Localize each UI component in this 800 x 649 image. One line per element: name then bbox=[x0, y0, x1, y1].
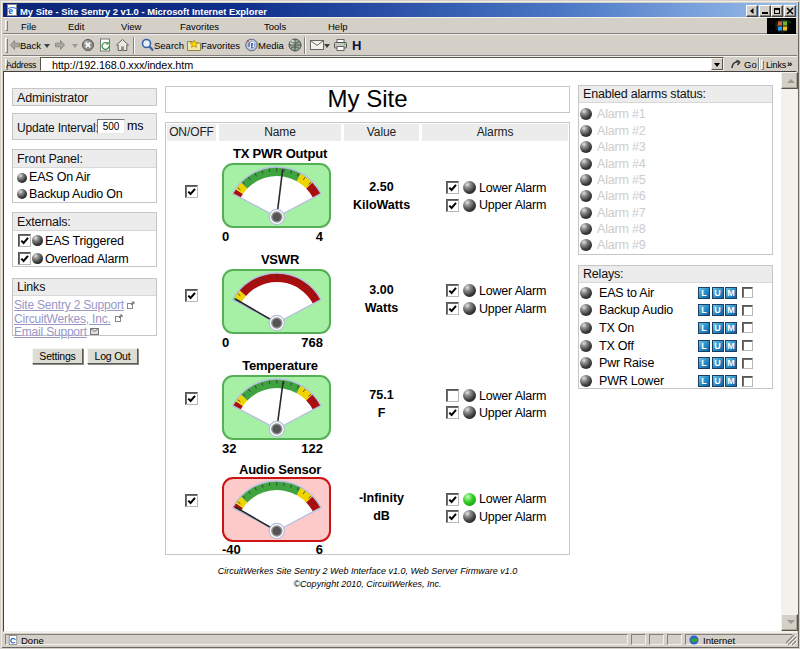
svg-text:e: e bbox=[8, 5, 13, 16]
